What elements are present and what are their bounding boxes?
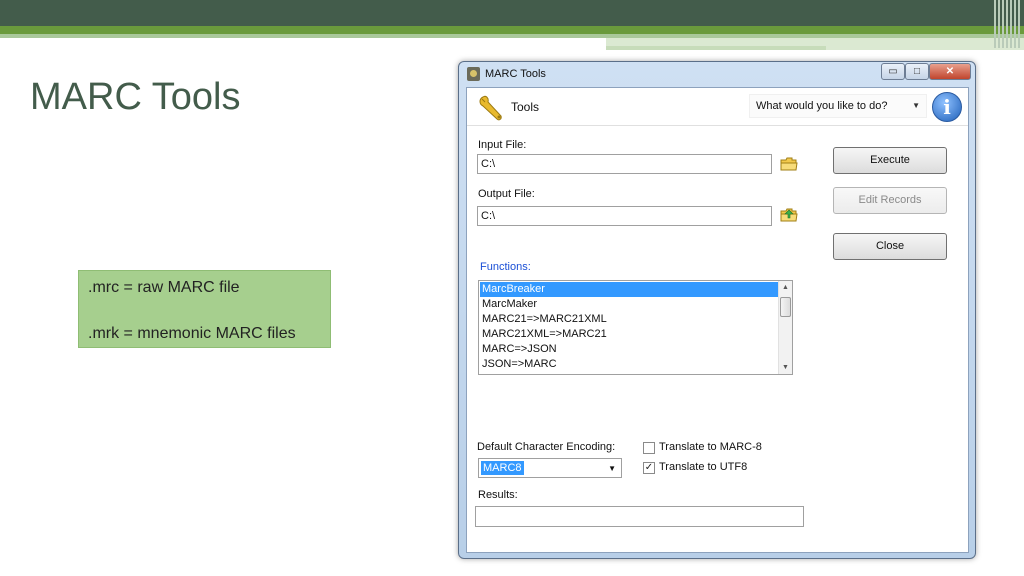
slide-accent-band-pale-inner xyxy=(606,46,826,50)
results-field[interactable] xyxy=(475,506,804,527)
slide-header-bar xyxy=(0,0,1024,26)
results-label: Results: xyxy=(478,489,518,501)
scroll-up-icon[interactable]: ▲ xyxy=(779,281,792,294)
functions-listbox[interactable]: MarcBreaker MarcMaker MARC21=>MARC21XML … xyxy=(478,280,793,375)
info-icon[interactable]: i xyxy=(932,92,962,122)
output-file-label: Output File: xyxy=(478,188,535,200)
list-item-xml-to-marc21[interactable]: MARC21XML=>MARC21 xyxy=(480,327,779,342)
input-file-label: Input File: xyxy=(478,139,527,151)
list-item-marc-to-json[interactable]: MARC=>JSON xyxy=(480,342,779,357)
close-button[interactable]: Close xyxy=(833,233,947,260)
marc-tools-window: MARC Tools ▭ □ ✕ Tools What would you li… xyxy=(458,61,976,559)
translate-utf8-checkbox[interactable]: ✓ xyxy=(643,462,655,474)
list-item-marc21-to-xml[interactable]: MARC21=>MARC21XML xyxy=(480,312,779,327)
note-box: .mrc = raw MARC file .mrk = mnemonic MAR… xyxy=(78,270,331,348)
note-line-mrc: .mrc = raw MARC file xyxy=(88,279,240,296)
toolbar: Tools What would you like to do? ▼ i xyxy=(467,88,968,126)
note-line-mrk: .mrk = mnemonic MARC files xyxy=(88,325,296,342)
list-item-marcbreaker[interactable]: MarcBreaker xyxy=(480,282,779,297)
list-item-json-to-marc[interactable]: JSON=>MARC xyxy=(480,357,779,372)
marc-tools-app-icon xyxy=(467,67,480,81)
window-client-area: Tools What would you like to do? ▼ i Inp… xyxy=(466,87,969,553)
chevron-down-icon: ▼ xyxy=(608,464,616,473)
edit-records-button[interactable]: Edit Records xyxy=(833,187,947,214)
tools-label[interactable]: Tools xyxy=(511,100,539,114)
output-file-value: C:\ xyxy=(481,210,496,222)
slide-title: MARC Tools xyxy=(30,76,241,118)
output-file-field[interactable]: C:\ xyxy=(477,206,772,226)
input-file-field[interactable]: C:\ xyxy=(477,154,772,174)
action-select[interactable]: What would you like to do? ▼ xyxy=(749,94,927,118)
input-file-value: C:\ xyxy=(481,158,496,170)
encoding-select[interactable]: MARC8 ▼ xyxy=(478,458,622,478)
scroll-down-icon[interactable]: ▼ xyxy=(779,361,792,374)
list-item-marcmaker[interactable]: MarcMaker xyxy=(480,297,779,312)
functions-scrollbar[interactable]: ▲ ▼ xyxy=(778,281,792,374)
translate-utf8-label[interactable]: Translate to UTF8 xyxy=(659,461,747,473)
folder-open-icon[interactable] xyxy=(780,157,798,171)
wrench-icon[interactable] xyxy=(477,93,507,121)
execute-button[interactable]: Execute xyxy=(833,147,947,174)
folder-save-icon[interactable] xyxy=(780,208,798,222)
translate-marc8-label[interactable]: Translate to MARC-8 xyxy=(659,441,762,453)
minimize-button[interactable]: ▭ xyxy=(881,63,905,80)
slide-corner-stripes xyxy=(994,0,1024,48)
close-window-button[interactable]: ✕ xyxy=(929,63,971,80)
encoding-select-value: MARC8 xyxy=(481,461,524,475)
action-select-value: What would you like to do? xyxy=(756,100,888,112)
scroll-thumb[interactable] xyxy=(780,297,791,317)
slide-accent-band xyxy=(0,26,1024,34)
maximize-button[interactable]: □ xyxy=(905,63,929,80)
window-titlebar[interactable]: MARC Tools ▭ □ ✕ xyxy=(459,62,975,86)
translate-marc8-checkbox[interactable] xyxy=(643,442,655,454)
functions-label: Functions: xyxy=(480,261,531,273)
chevron-down-icon: ▼ xyxy=(912,101,920,110)
encoding-label: Default Character Encoding: xyxy=(477,441,616,453)
window-title: MARC Tools xyxy=(485,68,546,80)
